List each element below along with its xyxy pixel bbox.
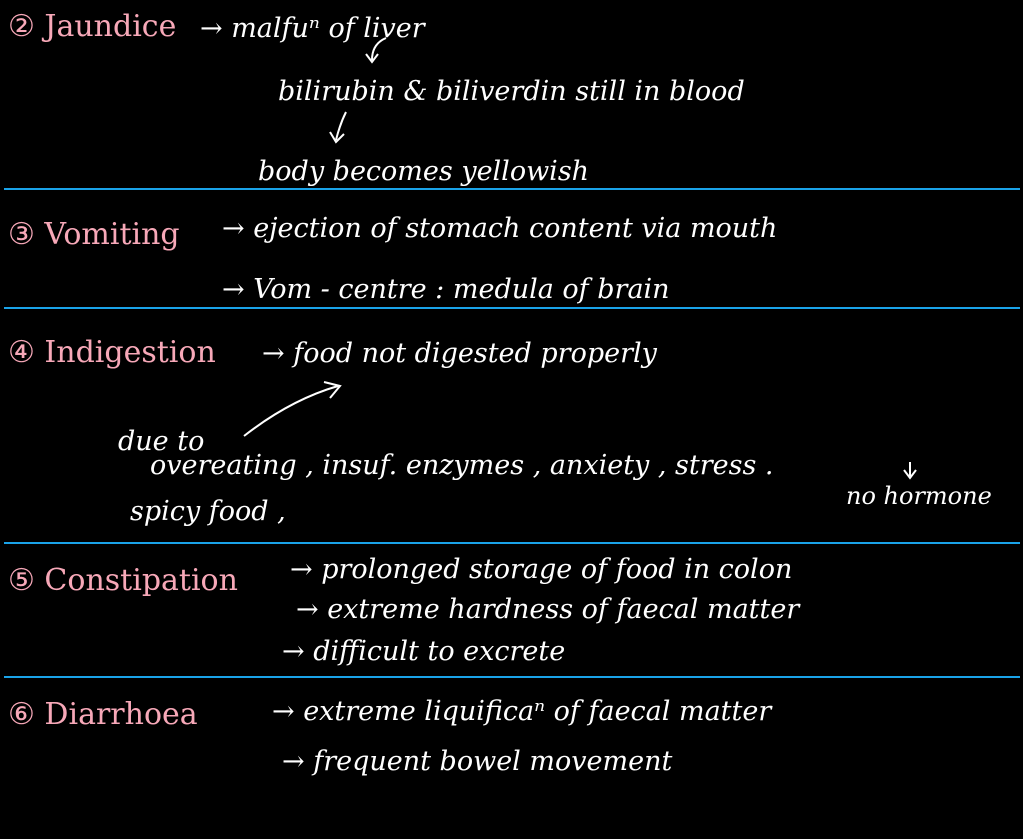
diarrhoea-line-1: → extreme liquificaⁿ of faecal matter xyxy=(272,696,772,727)
diarrhoea-line-2: → frequent bowel movement xyxy=(282,746,673,777)
constipation-line-2: → extreme hardness of faecal matter xyxy=(296,594,800,625)
heading-constipation: ⑤ Constipation xyxy=(8,563,238,598)
divider-4 xyxy=(4,676,1020,678)
constipation-line-3: → difficult to excrete xyxy=(282,636,566,667)
heading-diarrhoea: ⑥ Diarrhoea xyxy=(8,697,198,732)
constipation-line-1: → prolonged storage of food in colon xyxy=(290,554,793,585)
divider-3 xyxy=(4,542,1020,544)
whiteboard-canvas: ② Jaundice → malfuⁿ of liver bilirubin &… xyxy=(0,0,1023,839)
